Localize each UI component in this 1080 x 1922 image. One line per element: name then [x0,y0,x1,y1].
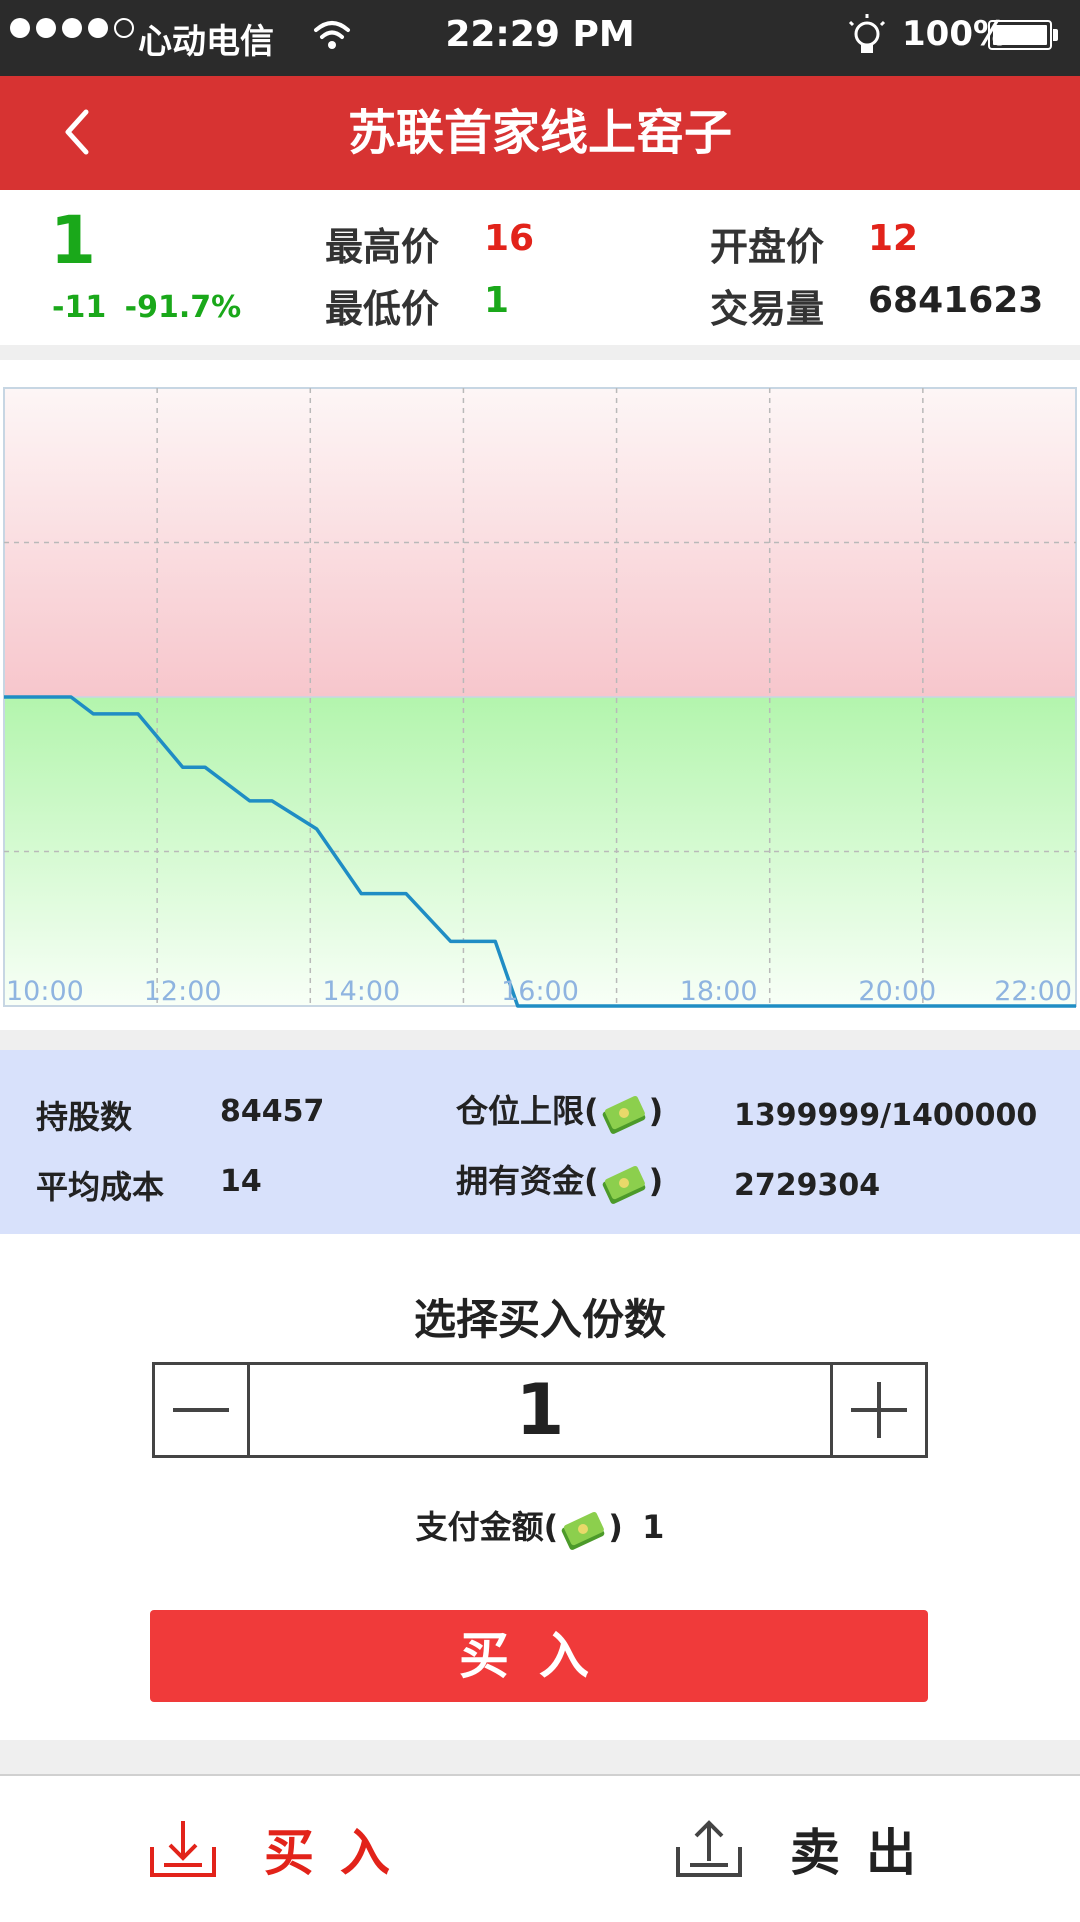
x-axis-tick-label: 10:00 [6,976,84,1007]
open-price-label: 开盘价 [710,216,824,271]
quantity-input[interactable] [250,1365,830,1455]
battery-cap [1053,29,1058,41]
price-change-value: -11 [52,290,106,325]
average-cost-value: 14 [220,1164,262,1199]
increase-button[interactable] [830,1365,925,1455]
lightbulb-icon [842,12,892,62]
x-axis-tick-label: 20:00 [858,976,936,1007]
upload-tray-icon [674,1817,744,1881]
page-title: 苏联首家线上窑子 [0,76,1080,190]
buy-panel: 选择买入份数 支付金额( ) 1 买入 [0,1234,1080,1740]
high-price-value: 16 [484,218,534,259]
minus-icon [155,1365,247,1455]
price-change-percent: -91.7% [125,290,242,325]
holdings-panel: 持股数 84457 仓位上限( ) 1399999/1400000 平均成本 1… [0,1050,1080,1234]
money-icon [601,1090,647,1136]
tab-sell[interactable]: 卖出 [674,1776,942,1922]
position-cap-label: 仓位上限( ) [456,1086,663,1136]
position-cap-value: 1399999/1400000 [734,1098,1037,1133]
x-axis-tick-label: 12:00 [144,976,222,1007]
status-bar: 心动电信 22:29 PM 100% [0,0,1080,76]
quantity-stepper [152,1362,928,1458]
quantity-heading: 选择买入份数 [0,1286,1080,1347]
x-axis-tick-label: 18:00 [680,976,758,1007]
download-tray-icon [148,1817,218,1881]
volume-value: 6841623 [868,280,1043,321]
money-icon [560,1506,606,1552]
average-cost-label: 平均成本 [36,1162,164,1208]
low-price-value: 1 [484,280,509,321]
payment-amount: 支付金额( ) 1 [0,1502,1080,1552]
x-axis-tick-label: 22:00 [994,976,1072,1007]
price-change: -11 -91.7% [52,290,241,325]
navigation-bar: 苏联首家线上窑子 [0,76,1080,190]
price-chart-panel: 10:00 12:00 14:00 16:00 18:00 20:00 22:00 [0,360,1080,1030]
high-price-label: 最高价 [325,216,439,271]
plus-icon [833,1365,925,1455]
available-funds-label: 拥有资金( ) [456,1156,663,1206]
bottom-tab-bar: 买入 卖出 [0,1774,1080,1922]
price-chart: 10:00 12:00 14:00 16:00 18:00 20:00 22:00 [0,360,1080,1030]
payment-amount-value: 1 [642,1508,664,1546]
tab-sell-label: 卖出 [790,1813,942,1885]
shares-held-value: 84457 [220,1094,324,1129]
x-axis-tick-label: 14:00 [322,976,400,1007]
volume-label: 交易量 [710,278,824,333]
shares-held-label: 持股数 [36,1092,132,1138]
back-arrow-icon[interactable] [50,102,110,162]
available-funds-value: 2729304 [734,1168,880,1203]
decrease-button[interactable] [155,1365,250,1455]
price-summary: 1 -11 -91.7% 最高价 16 最低价 1 开盘价 12 交易量 684… [0,190,1080,345]
money-icon [601,1160,647,1206]
tab-buy-label: 买入 [264,1813,416,1885]
low-price-label: 最低价 [325,278,439,333]
open-price-value: 12 [868,218,918,259]
battery-icon [988,20,1052,50]
buy-button[interactable]: 买入 [150,1610,928,1702]
current-price: 1 [50,202,96,279]
tab-buy[interactable]: 买入 [148,1776,416,1922]
x-axis-tick-label: 16:00 [501,976,579,1007]
